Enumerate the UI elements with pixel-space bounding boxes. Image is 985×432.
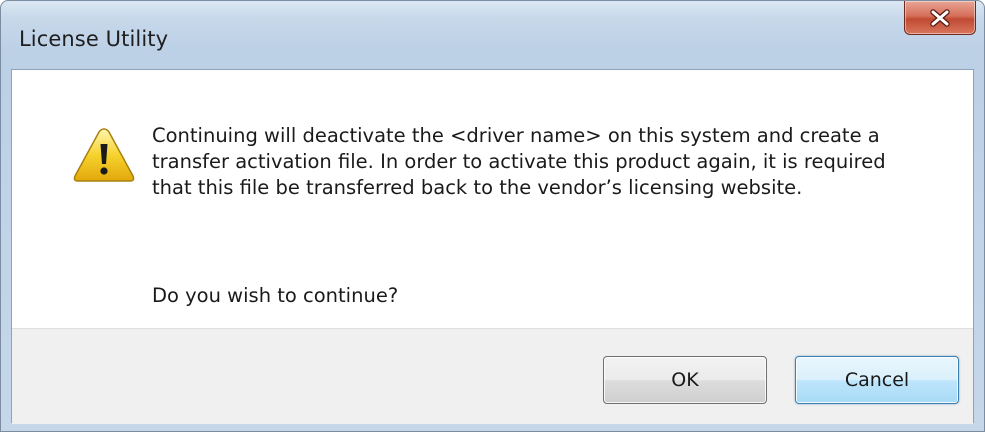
close-button[interactable]	[904, 1, 976, 35]
dialog-question: Do you wish to continue?	[152, 284, 399, 307]
warning-icon	[72, 126, 136, 184]
dialog-message: Continuing will deactivate the <driver n…	[152, 124, 886, 199]
dialog-client-area: Continuing will deactivate the <driver n…	[11, 69, 974, 424]
ok-button[interactable]: OK	[603, 356, 767, 404]
close-x-icon	[929, 8, 951, 27]
button-bar: OK Cancel	[12, 328, 973, 424]
cancel-button[interactable]: Cancel	[795, 356, 959, 404]
window-title: License Utility	[19, 27, 169, 51]
dialog-window: License Utility Continuing will deactiva…	[0, 0, 985, 432]
message-area: Continuing will deactivate the <driver n…	[12, 70, 973, 328]
